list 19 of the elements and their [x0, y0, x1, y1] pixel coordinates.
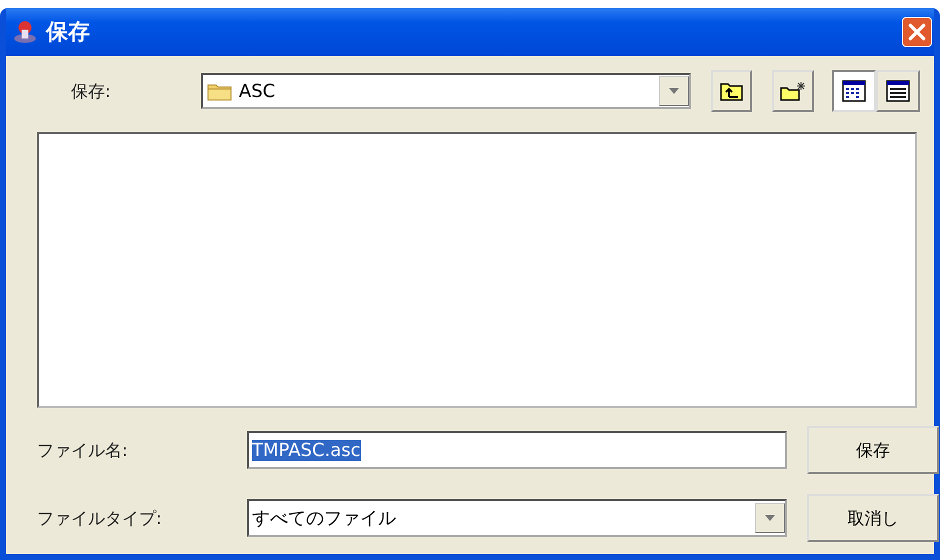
- new-folder-icon: [779, 80, 808, 102]
- list-view-icon: [842, 80, 866, 102]
- look-in-dropdown[interactable]: ASC: [200, 73, 691, 109]
- new-folder-button[interactable]: [772, 70, 814, 112]
- close-button[interactable]: [902, 17, 932, 47]
- look-in-label: 保存:: [70, 80, 112, 102]
- save-button[interactable]: 保存: [807, 426, 939, 474]
- file-type-dropdown[interactable]: すべてのファイル: [247, 499, 787, 537]
- cancel-button[interactable]: 取消し: [807, 494, 939, 542]
- details-view-icon: [886, 80, 910, 102]
- list-view-button[interactable]: [832, 70, 876, 112]
- file-name-label: ファイル名:: [37, 440, 129, 462]
- window-title: 保存: [46, 19, 91, 47]
- file-name-field[interactable]: TMPASC.asc: [247, 431, 787, 469]
- up-folder-button[interactable]: [710, 70, 752, 112]
- details-view-button[interactable]: [876, 70, 920, 112]
- app-icon: [12, 19, 38, 45]
- close-icon: [906, 21, 928, 43]
- file-type-label: ファイルタイプ:: [37, 508, 163, 530]
